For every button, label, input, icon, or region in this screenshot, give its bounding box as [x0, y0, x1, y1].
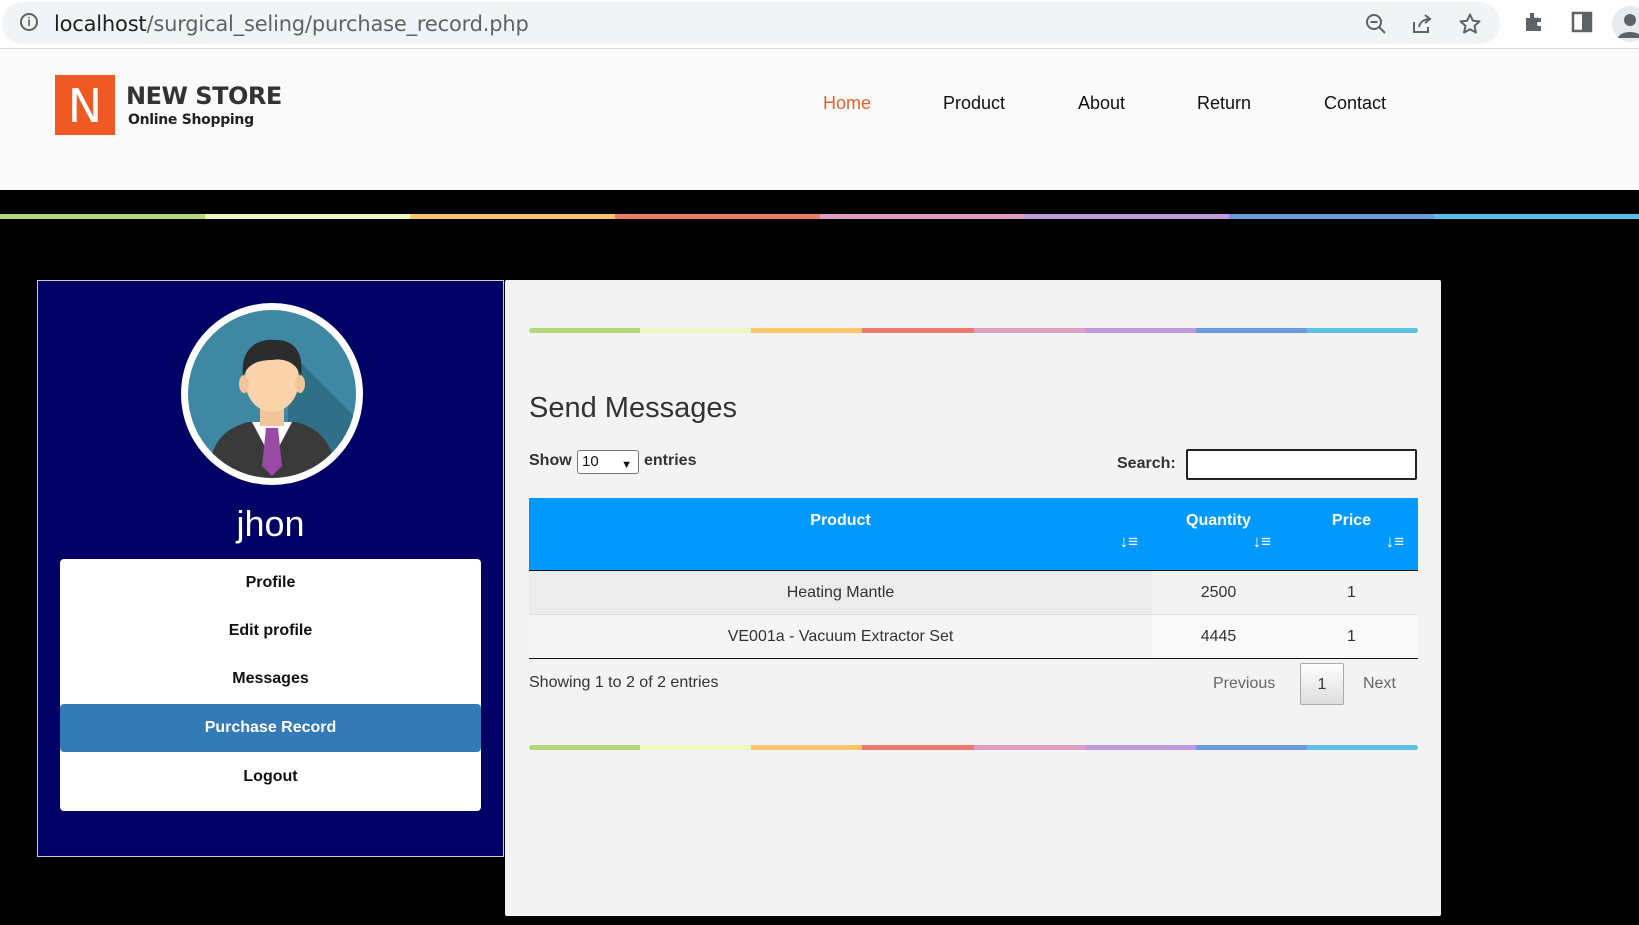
header-label: Price — [1331, 512, 1372, 529]
url-host: localhost — [54, 12, 147, 36]
entries-value: 10 — [582, 453, 599, 470]
table-info: Showing 1 to 2 of 2 entries — [529, 674, 719, 691]
sidebar-item-messages[interactable]: Messages — [60, 655, 481, 703]
username: jhon — [236, 503, 305, 544]
chevron-down-icon: ▼ — [621, 459, 632, 471]
sidebar-item-logout[interactable]: Logout — [60, 753, 481, 801]
table-header-row: Product ↓≡ Quantity ↓≡ Price ↓≡ — [529, 498, 1418, 571]
address-bar[interactable]: i localhost/surgical_seling/purchase_rec… — [2, 2, 1500, 44]
column-header-quantity[interactable]: Quantity ↓≡ — [1152, 498, 1285, 571]
page-title: Send Messages — [529, 392, 737, 424]
cell-product: Heating Mantle — [529, 570, 1152, 615]
show-label: Show — [529, 452, 572, 469]
avatar — [181, 303, 363, 485]
user-avatar-icon — [188, 310, 356, 478]
browser-toolbar: i localhost/surgical_seling/purchase_rec… — [0, 0, 1639, 49]
pagination-next[interactable]: Next — [1363, 675, 1396, 693]
column-header-price[interactable]: Price ↓≡ — [1285, 498, 1418, 571]
sidebar-item-edit-profile[interactable]: Edit profile — [60, 607, 481, 655]
header-label: Product — [810, 512, 871, 529]
cell-product: VE001a - Vacuum Extractor Set — [529, 614, 1152, 659]
logo-icon[interactable]: N — [55, 75, 115, 135]
site-header: N NEW STORE Online Shopping Home Product… — [0, 49, 1639, 190]
nav-home[interactable]: Home — [823, 93, 871, 114]
cell-quantity: 4445 — [1152, 614, 1285, 659]
column-header-product[interactable]: Product ↓≡ — [529, 498, 1152, 571]
search-input[interactable] — [1186, 449, 1417, 480]
table-row: VE001a - Vacuum Extractor Set 4445 1 — [529, 614, 1418, 659]
purchase-table: Product ↓≡ Quantity ↓≡ Price ↓≡ Heating … — [529, 498, 1418, 659]
cell-price: 1 — [1285, 570, 1418, 615]
pagination-previous[interactable]: Previous — [1213, 675, 1275, 693]
nav-contact[interactable]: Contact — [1324, 93, 1386, 114]
site-info-icon[interactable]: i — [20, 13, 38, 31]
sort-icon: ↓≡ — [1119, 532, 1138, 551]
entries-select[interactable]: 10 ▼ — [577, 450, 639, 474]
bookmark-star-icon[interactable] — [1458, 12, 1482, 36]
sidebar-item-purchase-record[interactable]: Purchase Record — [60, 704, 481, 752]
rainbow-divider — [0, 214, 1639, 219]
nav-return[interactable]: Return — [1197, 93, 1251, 114]
profile-avatar-icon[interactable] — [1612, 6, 1639, 42]
panel-bottom-divider — [529, 745, 1418, 750]
url-path: /surgical_seling/purchase_record.php — [146, 12, 529, 36]
sort-icon: ↓≡ — [1252, 532, 1271, 551]
zoom-out-icon[interactable] — [1364, 12, 1388, 36]
search-label: Search: — [1117, 455, 1176, 472]
table-row: Heating Mantle 2500 1 — [529, 570, 1418, 615]
cell-price: 1 — [1285, 614, 1418, 659]
cell-quantity: 2500 — [1152, 570, 1285, 615]
nav-product[interactable]: Product — [943, 93, 1005, 114]
main-panel: Send Messages Show 10 ▼ entries Search: … — [505, 280, 1441, 916]
entries-label: entries — [644, 452, 697, 469]
url-text[interactable]: localhost/surgical_seling/purchase_recor… — [54, 12, 529, 36]
sort-icon: ↓≡ — [1385, 532, 1404, 551]
sidebar-menu: Profile Edit profile Messages Purchase R… — [60, 559, 481, 811]
extensions-icon[interactable] — [1522, 10, 1546, 34]
share-icon[interactable] — [1410, 12, 1434, 36]
sidebar-item-profile[interactable]: Profile — [60, 559, 481, 607]
nav-about[interactable]: About — [1078, 93, 1125, 114]
profile-sidebar: jhon Profile Edit profile Messages Purch… — [37, 280, 504, 857]
header-label: Quantity — [1186, 512, 1251, 529]
side-panel-icon[interactable] — [1570, 10, 1594, 34]
brand-title[interactable]: NEW STORE — [126, 82, 282, 110]
panel-top-divider — [529, 328, 1418, 333]
brand-subtitle: Online Shopping — [128, 112, 254, 128]
pagination-page-1[interactable]: 1 — [1300, 663, 1344, 705]
